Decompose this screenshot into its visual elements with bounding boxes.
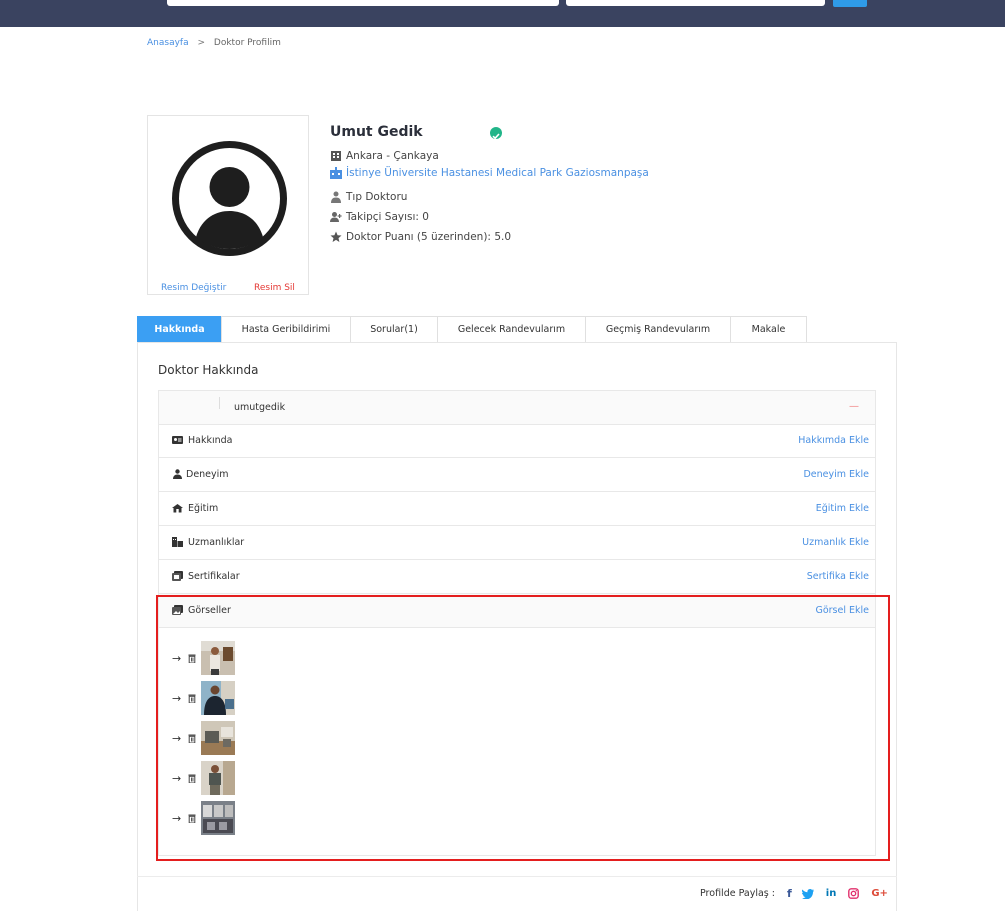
highlight-box	[156, 595, 890, 861]
location-text: Ankara - Çankaya	[346, 150, 439, 162]
profile-tabs: Hakkında Hasta Geribildirimi Sorular(1) …	[137, 316, 807, 342]
rating-text: Doktor Puanı (5 üzerinden): 5.0	[346, 231, 512, 243]
section-row-sertifikalar: Sertifikalar Sertifika Ekle	[159, 560, 875, 594]
doctor-rating: Doktor Puanı (5 üzerinden): 5.0	[330, 231, 511, 243]
breadcrumb-current: Doktor Profilim	[213, 38, 281, 48]
section-title: Doktor Hakkında	[158, 363, 259, 377]
add-experience-link[interactable]: Deneyim Ekle	[803, 469, 869, 480]
profile-photo-card: Resim Değiştir Resim Sil	[147, 115, 309, 295]
user-tie-icon	[331, 191, 341, 203]
breadcrumb: Anasayfa > Doktor Profilim	[147, 38, 281, 48]
tab-hasta-geribildirimi[interactable]: Hasta Geribildirimi	[221, 316, 351, 342]
username-row: umutgedik —	[159, 391, 875, 425]
add-certificate-link[interactable]: Sertifika Ekle	[807, 571, 869, 582]
location-input[interactable]	[566, 0, 825, 6]
section-row-deneyim: Deneyim Deneyim Ekle	[159, 458, 875, 492]
section-row-uzmanliklar: Uzmanlıklar Uzmanlık Ekle	[159, 526, 875, 560]
share-bar: Profilde Paylaş : f in G+	[700, 887, 888, 900]
change-photo-link[interactable]: Resim Değiştir	[161, 283, 226, 293]
graduation-icon	[172, 504, 183, 513]
verified-icon	[490, 127, 502, 140]
linkedin-icon[interactable]: in	[826, 888, 837, 899]
section-row-egitim: Eğitim Eğitim Ekle	[159, 492, 875, 526]
section-label: Hakkında	[188, 435, 233, 446]
collapse-button[interactable]: —	[849, 401, 859, 412]
delete-photo-link[interactable]: Resim Sil	[254, 283, 295, 293]
share-label: Profilde Paylaş :	[700, 888, 775, 899]
facebook-icon[interactable]: f	[787, 887, 792, 900]
top-header	[0, 0, 1005, 27]
add-specialty-link[interactable]: Uzmanlık Ekle	[802, 537, 869, 548]
doctor-title: Tıp Doktoru	[330, 191, 407, 203]
section-label: Eğitim	[188, 503, 219, 514]
doctor-hospital[interactable]: İstinye Üniversite Hastanesi Medical Par…	[330, 167, 649, 179]
username-text: umutgedik	[234, 402, 286, 413]
section-row-hakkinda: Hakkında Hakkımda Ekle	[159, 424, 875, 458]
search-button[interactable]	[833, 0, 867, 7]
hospital-link[interactable]: İstinye Üniversite Hastanesi Medical Par…	[346, 167, 649, 179]
hospital-icon	[330, 167, 342, 179]
instagram-icon[interactable]	[848, 888, 860, 899]
doctor-location: Ankara - Çankaya	[330, 150, 439, 162]
doctor-name: Umut Gedik	[330, 124, 423, 140]
user-md-icon	[172, 537, 183, 547]
breadcrumb-separator: >	[197, 38, 206, 48]
building-icon	[331, 151, 341, 161]
star-icon	[330, 231, 342, 242]
id-card-icon	[172, 436, 183, 444]
user-plus-icon	[330, 212, 342, 222]
tab-gelecek-randevularim[interactable]: Gelecek Randevularım	[437, 316, 586, 342]
doctor-followers: Takipçi Sayısı: 0	[330, 211, 429, 223]
section-label: Uzmanlıklar	[188, 537, 245, 548]
section-label: Deneyim	[186, 469, 229, 480]
google-plus-icon[interactable]: G+	[871, 888, 888, 899]
twitter-icon[interactable]	[801, 888, 814, 899]
title-text: Tıp Doktoru	[346, 191, 408, 203]
avatar-icon	[172, 141, 287, 256]
tab-sorular[interactable]: Sorular(1)	[350, 316, 438, 342]
username-divider	[219, 397, 220, 409]
tab-makale[interactable]: Makale	[730, 316, 807, 342]
certificate-icon	[172, 571, 183, 581]
divider	[137, 876, 897, 877]
search-input[interactable]	[167, 0, 559, 6]
tab-hakkinda[interactable]: Hakkında	[137, 316, 222, 342]
followers-text: Takipçi Sayısı: 0	[346, 211, 429, 223]
add-about-link[interactable]: Hakkımda Ekle	[798, 435, 869, 446]
breadcrumb-home[interactable]: Anasayfa	[147, 38, 189, 48]
tab-gecmis-randevularim[interactable]: Geçmiş Randevularım	[585, 316, 731, 342]
add-education-link[interactable]: Eğitim Ekle	[816, 503, 869, 514]
section-label: Sertifikalar	[188, 571, 240, 582]
user-tie-icon	[173, 469, 182, 479]
